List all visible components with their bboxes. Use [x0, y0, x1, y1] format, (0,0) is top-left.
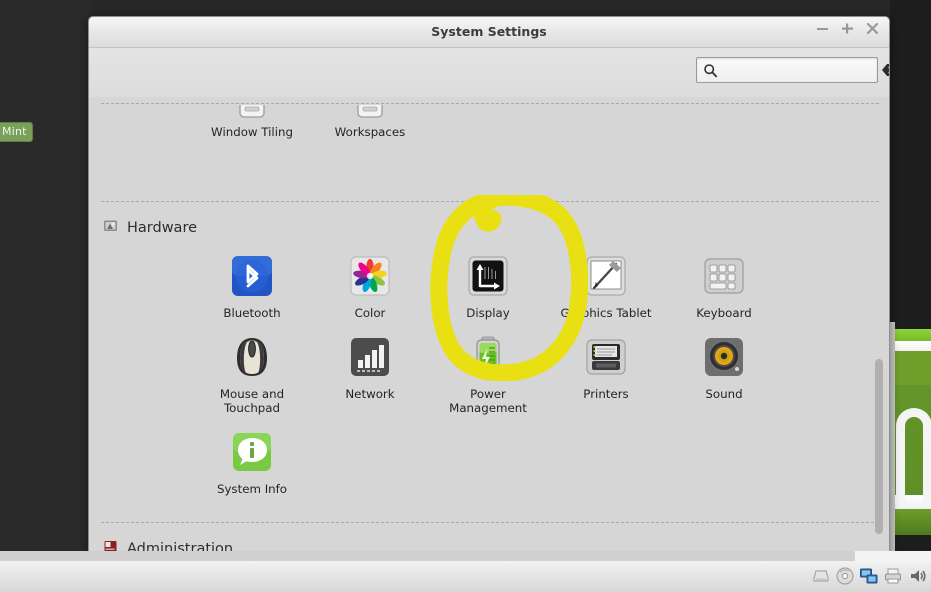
- taskbar: [0, 551, 931, 592]
- search-box[interactable]: [696, 57, 889, 83]
- window-titlebar[interactable]: System Settings: [89, 17, 889, 48]
- settings-item-label: Mouse and Touchpad: [219, 387, 285, 415]
- system-settings-window: System Settings Window Tiling Workspaces…: [88, 16, 890, 560]
- wallpaper-arch-shape: [896, 408, 931, 503]
- graphics-tablet-icon: [583, 253, 629, 299]
- minimize-icon[interactable]: [816, 22, 829, 35]
- search-icon: [703, 63, 718, 78]
- clear-icon[interactable]: [881, 62, 889, 78]
- workspaces-icon: [347, 97, 393, 118]
- settings-item-label: Printers: [583, 387, 629, 401]
- wallpaper-strip: [890, 0, 931, 560]
- settings-item-display[interactable]: Display: [429, 249, 547, 330]
- scrollbar-track[interactable]: [875, 99, 887, 559]
- display-icon: [465, 253, 511, 299]
- hardware-icon: [103, 218, 118, 237]
- search-input[interactable]: [724, 63, 881, 77]
- hardware-section-header: Hardware: [89, 202, 889, 249]
- window-tiling-icon: [229, 97, 275, 118]
- taskbar-upper-strip: [0, 551, 855, 561]
- network-tray-icon[interactable]: [859, 566, 879, 586]
- settings-item-printers[interactable]: Printers: [547, 330, 665, 425]
- section-title: Hardware: [127, 219, 198, 236]
- window-toolbar: [89, 48, 889, 97]
- close-icon[interactable]: [866, 22, 879, 35]
- taskbar-upper-strip-right: [855, 551, 931, 561]
- settings-item-sound[interactable]: Sound: [665, 330, 783, 425]
- window-controls: [816, 22, 879, 35]
- settings-item-keyboard[interactable]: Keyboard: [665, 249, 783, 330]
- settings-item-power-management[interactable]: Power Management: [429, 330, 547, 425]
- settings-item-workspaces[interactable]: Workspaces: [311, 97, 429, 145]
- disk-icon[interactable]: [811, 566, 831, 586]
- maximize-icon[interactable]: [841, 22, 854, 35]
- desktop-left-area: [0, 0, 92, 560]
- settings-item-label: Window Tiling: [211, 125, 293, 139]
- settings-item-label: Keyboard: [696, 306, 752, 320]
- printers-icon: [583, 334, 629, 380]
- cd-icon[interactable]: [835, 566, 855, 586]
- settings-item-label: Display: [466, 306, 510, 320]
- settings-item-label: Graphics Tablet: [560, 306, 652, 320]
- hardware-items-grid: Bluetooth Color Display Graphics Tablet …: [89, 249, 889, 506]
- settings-item-color[interactable]: Color: [311, 249, 429, 330]
- settings-item-window-tiling[interactable]: Window Tiling: [193, 97, 311, 145]
- settings-item-label: Power Management: [449, 387, 527, 415]
- settings-item-label: System Info: [216, 482, 288, 496]
- settings-item-bluetooth[interactable]: Bluetooth: [193, 249, 311, 330]
- color-icon: [347, 253, 393, 299]
- settings-item-label: Sound: [705, 387, 743, 401]
- system-tray: [811, 566, 927, 586]
- system-info-icon: [229, 429, 275, 475]
- bluetooth-icon: [229, 253, 275, 299]
- settings-item-label: Color: [354, 306, 386, 320]
- network-icon: [347, 334, 393, 380]
- printer-tray-icon[interactable]: [883, 566, 903, 586]
- mouse-touchpad-icon: [229, 334, 275, 380]
- volume-icon[interactable]: [907, 566, 927, 586]
- settings-item-graphics-tablet[interactable]: Graphics Tablet: [547, 249, 665, 330]
- page-title: System Settings: [431, 24, 547, 39]
- settings-item-mouse-touchpad[interactable]: Mouse and Touchpad: [193, 330, 311, 425]
- settings-item-label: Bluetooth: [223, 306, 281, 320]
- settings-item-system-info[interactable]: System Info: [193, 425, 311, 506]
- scrollbar-thumb[interactable]: [875, 359, 883, 534]
- keyboard-icon: [701, 253, 747, 299]
- settings-item-label: Workspaces: [334, 125, 406, 139]
- settings-item-network[interactable]: Network: [311, 330, 429, 425]
- settings-item-label: Network: [345, 387, 395, 401]
- wallpaper-left-edge: [890, 322, 895, 560]
- preferences-section-partial: Window Tiling Workspaces: [89, 97, 889, 145]
- mint-badge: Mint: [0, 122, 33, 142]
- sound-icon: [701, 334, 747, 380]
- settings-scroll-area[interactable]: Window Tiling Workspaces Hardware Blueto…: [89, 97, 889, 559]
- power-management-icon: [465, 334, 511, 380]
- hardware-section: Hardware Bluetooth Color Display Graphic…: [89, 201, 889, 506]
